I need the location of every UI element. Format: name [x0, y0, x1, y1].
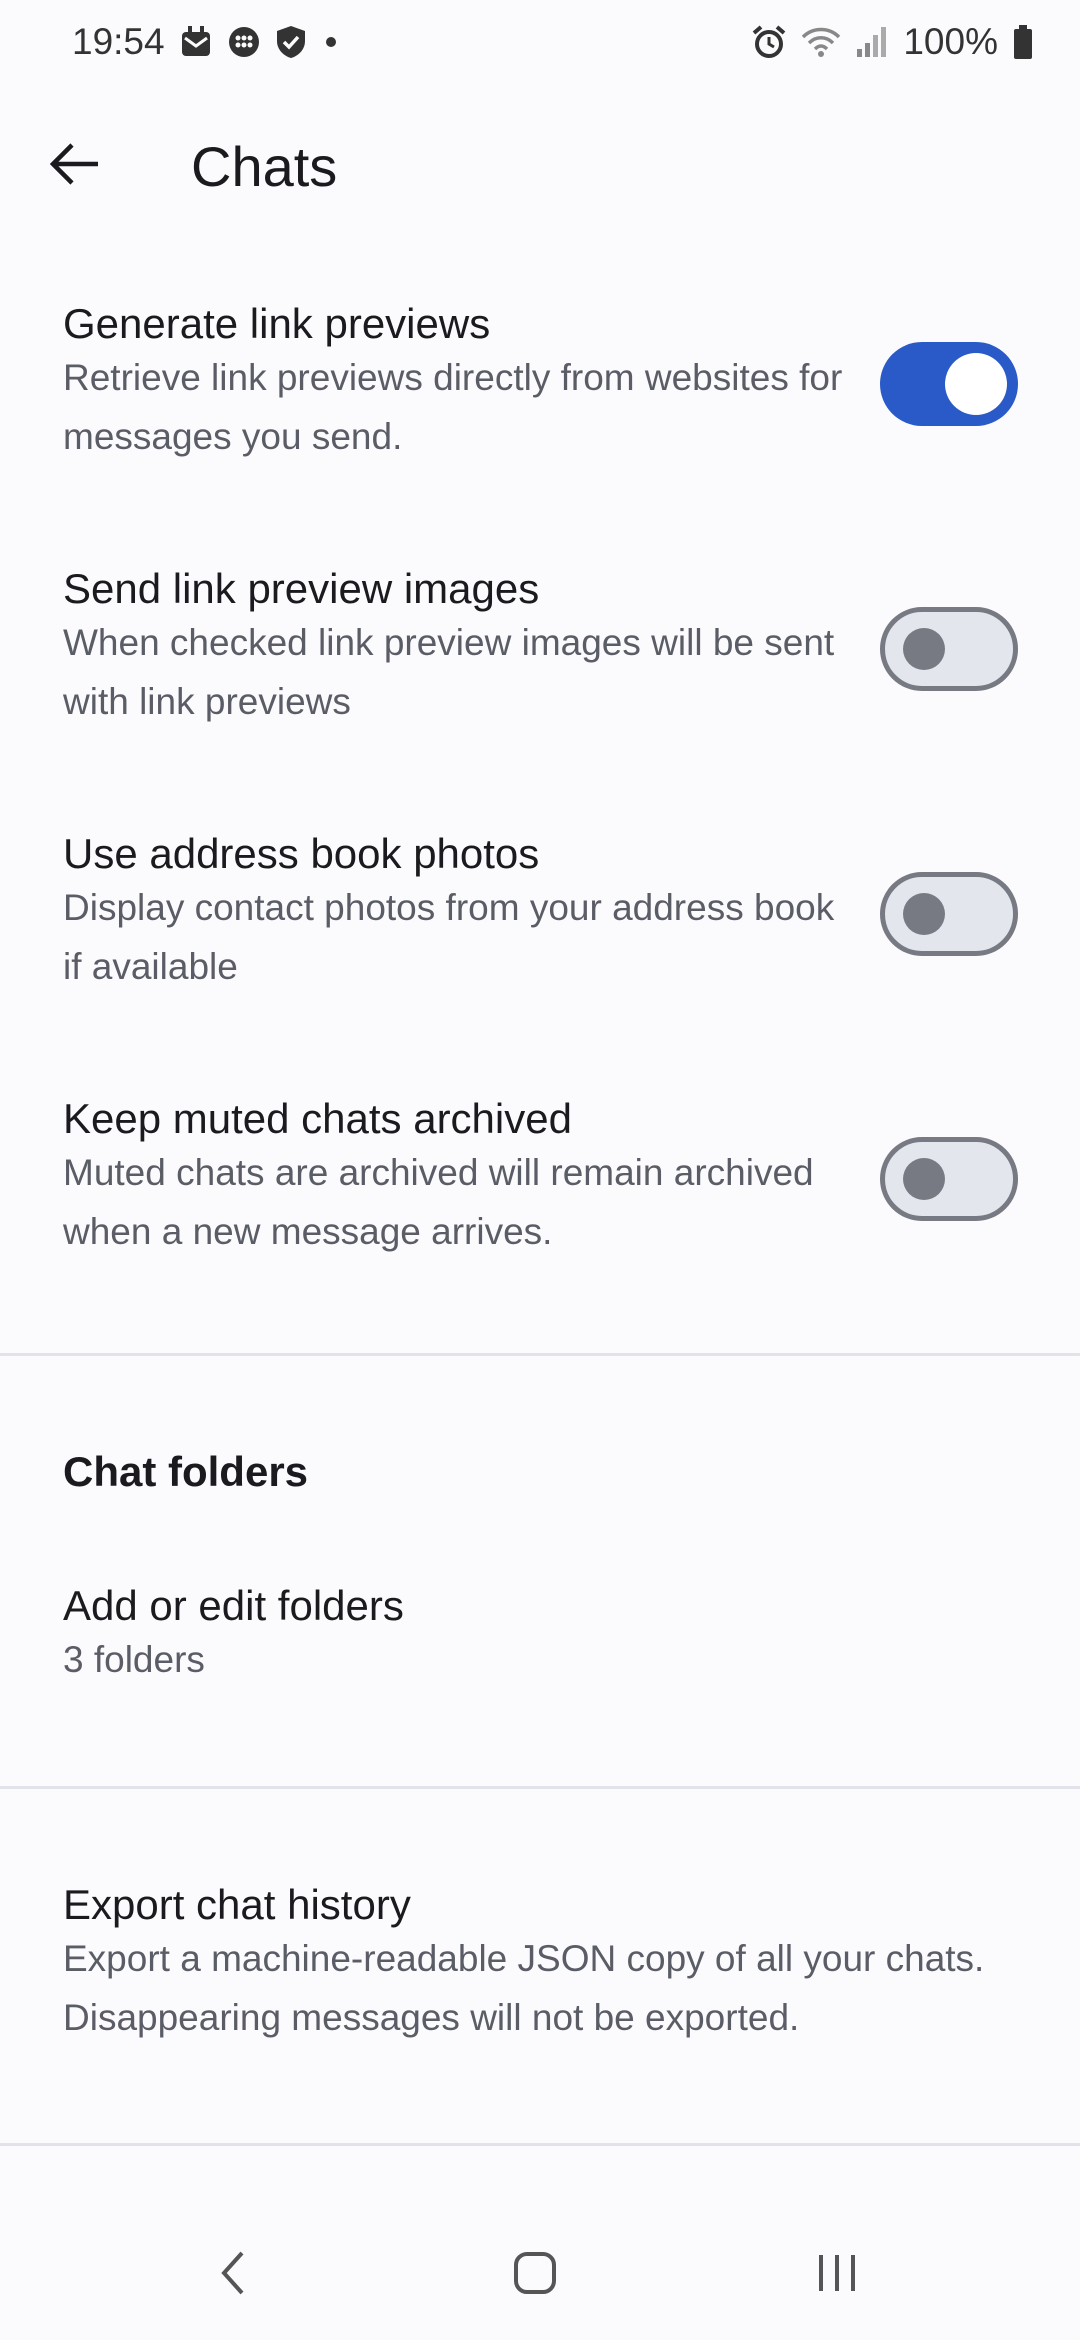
home-nav-icon — [512, 2250, 558, 2301]
status-time: 19:54 — [72, 21, 165, 62]
toggle-thumb — [903, 1158, 945, 1200]
shield-icon — [275, 24, 307, 60]
setting-description: Display contact photos from your address… — [63, 887, 835, 987]
toggle-send-link-preview-images[interactable] — [880, 607, 1018, 691]
back-nav-icon — [218, 2249, 248, 2302]
setting-use-address-book-photos[interactable]: Use address book photos Display contact … — [0, 820, 1080, 1026]
divider — [0, 2143, 1080, 2146]
setting-description: Retrieve link previews directly from web… — [63, 357, 843, 457]
add-or-edit-folders-item[interactable]: Add or edit folders 3 folders — [0, 1560, 1080, 1700]
app-bar: Chats — [0, 110, 1080, 222]
setting-generate-link-previews[interactable]: Generate link previews Retrieve link pre… — [0, 290, 1080, 496]
item-title: Export chat history — [63, 1881, 411, 1928]
setting-send-link-preview-images[interactable]: Send link preview images When checked li… — [0, 555, 1080, 761]
back-button[interactable] — [40, 132, 108, 200]
setting-description: When checked link preview images will be… — [63, 622, 835, 722]
setting-title: Use address book photos — [63, 830, 540, 877]
setting-title: Keep muted chats archived — [63, 1095, 572, 1142]
screen: 19:54 100% Chats Generate link previews … — [0, 0, 1080, 2340]
item-title: Add or edit folders — [63, 1582, 404, 1629]
toggle-generate-link-previews[interactable] — [880, 342, 1018, 426]
divider — [0, 1786, 1080, 1789]
divider — [0, 1353, 1080, 1356]
dot-icon — [321, 32, 341, 52]
setting-description: Muted chats are archived will remain arc… — [63, 1152, 814, 1252]
toggle-keep-muted-chats-archived[interactable] — [880, 1137, 1018, 1221]
signal-icon — [855, 25, 889, 59]
chat-bubble-icon — [227, 25, 261, 59]
nav-home-button[interactable] — [490, 2240, 580, 2310]
status-left: 19:54 — [72, 21, 341, 63]
toggle-thumb — [945, 353, 1007, 415]
toggle-thumb — [903, 893, 945, 935]
nav-back-button[interactable] — [188, 2240, 278, 2310]
status-bar: 19:54 100% — [0, 0, 1080, 84]
page-title: Chats — [191, 135, 338, 198]
recents-nav-icon — [815, 2251, 859, 2300]
setting-keep-muted-chats-archived[interactable]: Keep muted chats archived Muted chats ar… — [0, 1085, 1080, 1291]
battery-percent: 100% — [903, 21, 998, 62]
item-subtitle: 3 folders — [63, 1639, 205, 1680]
mail-notification-icon — [179, 24, 213, 60]
alarm-icon — [751, 24, 787, 60]
battery-icon — [1012, 24, 1034, 60]
nav-recents-button[interactable] — [792, 2240, 882, 2310]
export-chat-history-item[interactable]: Export chat history Export a machine-rea… — [0, 1855, 1080, 2055]
section-header-chat-folders: Chat folders — [63, 1448, 309, 1495]
toggle-thumb — [903, 628, 945, 670]
setting-title: Generate link previews — [63, 300, 491, 347]
navigation-bar — [0, 2210, 1080, 2340]
item-description: Export a machine-readable JSON copy of a… — [63, 1938, 985, 2038]
arrow-left-icon — [48, 142, 100, 191]
toggle-use-address-book-photos[interactable] — [880, 872, 1018, 956]
status-right: 100% — [751, 21, 1034, 63]
wifi-icon — [801, 25, 841, 59]
setting-title: Send link preview images — [63, 565, 540, 612]
